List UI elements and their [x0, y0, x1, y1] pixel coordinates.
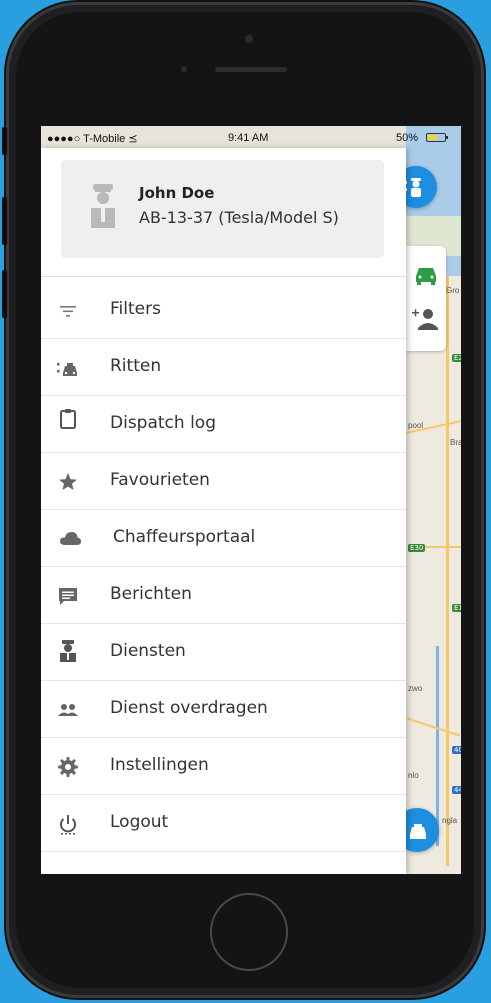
- status-bar: ●●●●○ T-Mobile ⪯ 9:41 AM 50%: [41, 126, 461, 148]
- rides-icon: [57, 363, 77, 376]
- profile-name: John Doe: [139, 184, 215, 202]
- chauffeur-icon: [60, 640, 76, 662]
- carrier-signal: ●●●●○ T-Mobile ⪯: [47, 133, 138, 145]
- app-screen: Gro pool Bra zwo nlo ngla E2 E30 E1 40 4…: [41, 126, 461, 874]
- map-view[interactable]: Gro pool Bra zwo nlo ngla E2 E30 E1 40 4…: [406, 126, 461, 874]
- chauffeur-icon: [91, 184, 115, 228]
- map-road: [446, 276, 449, 866]
- menu-item-filters[interactable]: Filters: [41, 282, 406, 339]
- road-shield: E1: [452, 604, 461, 612]
- menu-item-label: Logout: [110, 812, 169, 832]
- navigation-drawer: John Doe AB-13-37 (Tesla/Model S) Filter…: [41, 148, 406, 874]
- menu-item-label: Filters: [110, 299, 161, 319]
- map-label: nlo: [408, 771, 419, 780]
- map-label: Bra: [450, 438, 461, 447]
- menu-item-label: Berichten: [110, 584, 192, 604]
- menu-item-logout[interactable]: Logout: [41, 795, 406, 852]
- proximity-sensor: [181, 66, 187, 72]
- profile-card[interactable]: John Doe AB-13-37 (Tesla/Model S): [61, 160, 384, 258]
- earpiece-speaker: [215, 67, 287, 72]
- divider: [41, 276, 406, 277]
- people-icon: [58, 704, 78, 716]
- cloud-icon: [60, 532, 81, 545]
- menu-item-dispatch-log[interactable]: Dispatch log: [41, 396, 406, 453]
- road-shield: 44: [452, 786, 461, 794]
- mute-switch: [2, 127, 7, 155]
- menu-item-label: Chaffeursportaal: [113, 527, 256, 547]
- menu-item-chaffeursportaal[interactable]: Chaffeursportaal: [41, 510, 406, 567]
- menu-item-label: Dispatch log: [110, 413, 216, 433]
- battery-percent: 50%: [396, 132, 419, 144]
- map-label: zwo: [408, 684, 423, 693]
- profile-vehicle: AB-13-37 (Tesla/Model S): [139, 208, 339, 227]
- battery-icon: [426, 133, 448, 142]
- menu-item-favourieten[interactable]: Favourieten: [41, 453, 406, 510]
- status-time: 9:41 AM: [228, 132, 269, 144]
- volume-down-button: [2, 270, 7, 318]
- road-shield: E2: [452, 354, 461, 362]
- menu-item-label: Favourieten: [110, 470, 210, 490]
- map-actions-card: [406, 246, 446, 351]
- map-label: pool: [408, 421, 424, 430]
- menu-item-label: Diensten: [110, 641, 186, 661]
- add-person-icon[interactable]: [406, 298, 446, 348]
- menu-item-diensten[interactable]: Diensten: [41, 624, 406, 681]
- menu-item-label: Instellingen: [110, 755, 209, 775]
- message-icon: [59, 588, 77, 605]
- volume-up-button: [2, 197, 7, 245]
- front-camera: [245, 35, 253, 43]
- menu-item-berichten[interactable]: Berichten: [41, 567, 406, 624]
- map-label: ngla: [442, 816, 458, 825]
- clipboard-icon: [60, 409, 76, 429]
- star-icon: [59, 473, 77, 490]
- menu-item-label: Ritten: [110, 356, 162, 376]
- power-icon: [60, 815, 76, 835]
- map-label: Gro: [446, 286, 460, 295]
- menu-item-instellingen[interactable]: Instellingen: [41, 738, 406, 795]
- menu-item-label: Dienst overdragen: [110, 698, 268, 718]
- menu-item-dienst-overdragen[interactable]: Dienst overdragen: [41, 681, 406, 738]
- car-icon[interactable]: [406, 246, 446, 296]
- home-button[interactable]: [210, 893, 288, 971]
- road-shield: E30: [408, 544, 426, 552]
- road-shield: 40: [452, 746, 461, 754]
- menu-item-ritten[interactable]: Ritten: [41, 339, 406, 396]
- gear-icon: [58, 757, 78, 777]
- map-road: [407, 717, 460, 737]
- filter-icon: [60, 306, 76, 317]
